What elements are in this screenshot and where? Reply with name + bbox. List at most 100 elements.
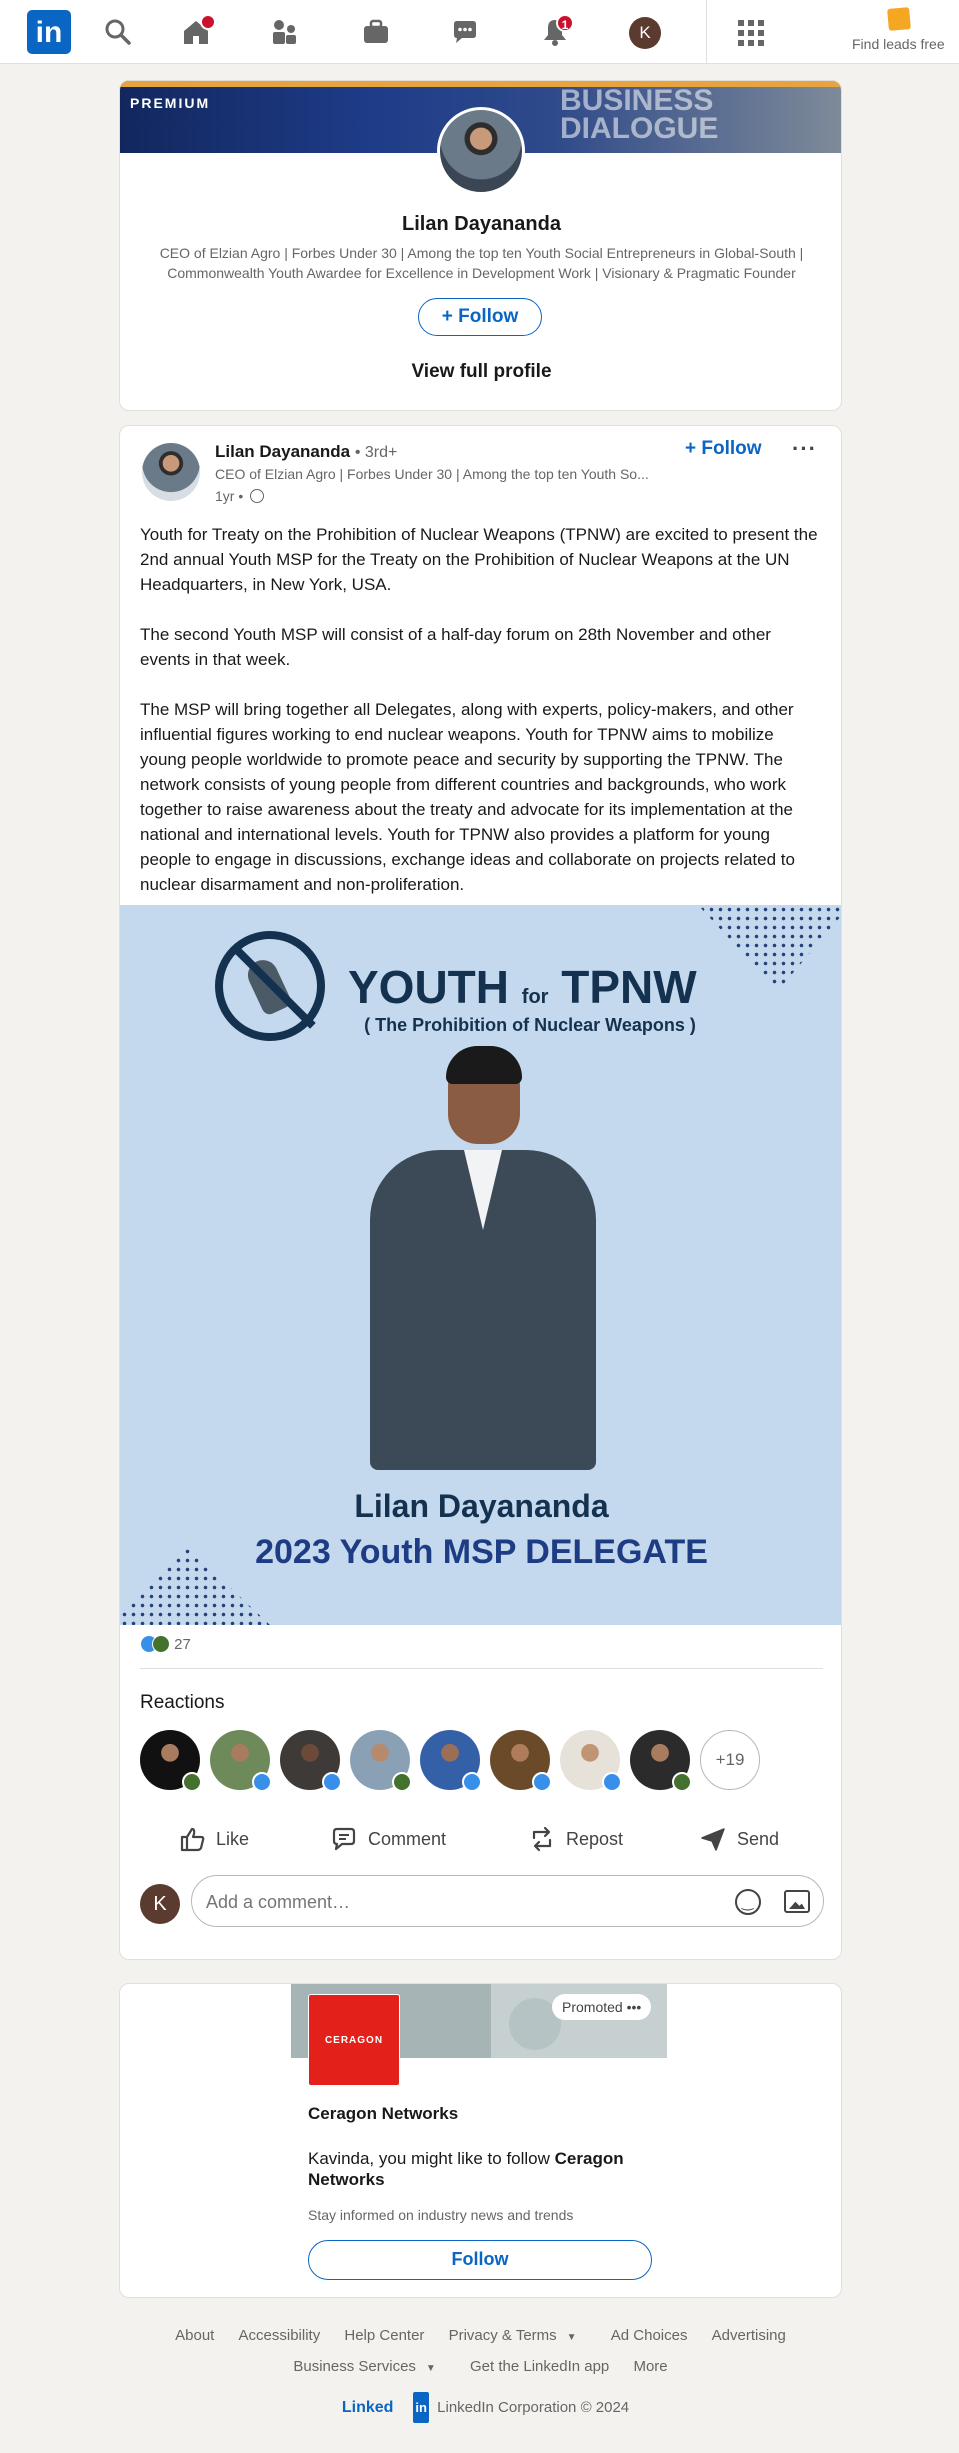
ceragon-logo[interactable]: CERAGON — [308, 1994, 400, 2086]
like-reaction-icon — [602, 1772, 622, 1792]
comment-input[interactable] — [206, 1888, 706, 1916]
footer-links: Business Services ▼ Get the LinkedIn app … — [119, 2351, 842, 2382]
poster-name: Lilan Dayananda — [354, 1488, 609, 1524]
profile-card: PREMIUM BUSINESS DIALOGUE Lilan Dayanand… — [119, 80, 842, 411]
like-button[interactable]: Like — [178, 1822, 249, 1856]
sales-navigator-icon[interactable] — [887, 7, 911, 31]
ad-tagline: Stay informed on industry news and trend… — [308, 2207, 574, 2223]
footer-link-about[interactable]: About — [175, 2327, 214, 2344]
post-paragraph: The MSP will bring together all Delegate… — [140, 700, 795, 894]
promoted-label[interactable]: Promoted ••• — [552, 1994, 652, 2020]
profile-headline: CEO of Elzian Agro | Forbes Under 30 | A… — [159, 245, 804, 281]
linkedin-wordmark: Linked in — [332, 2392, 433, 2423]
poster-subtitle: ( The Prohibition of Nuclear Weapons ) — [364, 1015, 696, 1035]
reaction-count: 27 — [174, 1636, 191, 1653]
post-more-options-icon[interactable]: ··· — [792, 436, 817, 462]
post-paragraph: The second Youth MSP will consist of a h… — [140, 625, 771, 669]
repost-button[interactable]: Repost — [528, 1822, 623, 1856]
comment-icon — [332, 1827, 356, 1851]
celebrate-reaction-icon — [672, 1772, 692, 1792]
plus-icon: + — [685, 438, 697, 459]
caret-down-icon: ▼ — [425, 2363, 436, 2374]
post-image[interactable]: YOUTH for TPNW ( The Prohibition of Nucl… — [120, 905, 841, 1625]
footer-link-advertising[interactable]: Advertising — [712, 2327, 786, 2344]
copyright: LinkedIn Corporation © 2024 — [437, 2399, 630, 2416]
apps-grid-icon[interactable] — [738, 20, 764, 46]
reactions-heading: Reactions — [140, 1692, 225, 1713]
me-avatar[interactable]: K — [629, 17, 661, 49]
reactor-avatar[interactable] — [630, 1730, 692, 1792]
my-network-icon[interactable] — [269, 16, 301, 48]
like-reaction-icon — [322, 1772, 342, 1792]
premium-label: PREMIUM — [130, 95, 211, 111]
post-follow-button[interactable]: + Follow — [685, 438, 762, 460]
post-paragraph: Youth for Treaty on the Prohibition of N… — [140, 525, 818, 594]
footer-link-more[interactable]: More — [633, 2358, 667, 2375]
more-options-icon[interactable]: ••• — [627, 1999, 642, 2015]
footer: About Accessibility Help Center Privacy … — [119, 2320, 842, 2423]
poster-delegate-caption: 2023 Youth MSP DELEGATE — [255, 1533, 708, 1571]
dot-pattern-decoration — [698, 905, 841, 991]
more-reactors-button[interactable]: +19 — [700, 1730, 760, 1790]
post-card: Lilan Dayananda • 3rd+ CEO of Elzian Agr… — [119, 425, 842, 1960]
footer-link-help-center[interactable]: Help Center — [344, 2327, 424, 2344]
footer-brand: Linked in LinkedIn Corporation © 2024 — [119, 2392, 842, 2423]
plus-icon: + — [441, 306, 453, 327]
profile-follow-button[interactable]: + Follow — [418, 298, 542, 336]
send-button[interactable]: Send — [699, 1822, 779, 1856]
connection-degree: • 3rd+ — [354, 444, 398, 461]
footer-links: About Accessibility Help Center Privacy … — [119, 2320, 842, 2351]
like-reaction-icon — [532, 1772, 552, 1792]
promoted-ad-card: Promoted ••• CERAGON Ceragon Networks Ka… — [119, 1983, 842, 2298]
view-full-profile-link[interactable]: View full profile — [120, 361, 841, 383]
delegate-portrait — [360, 1046, 606, 1470]
globe-icon — [250, 489, 265, 503]
profile-name[interactable]: Lilan Dayananda — [120, 213, 841, 236]
comment-button[interactable]: Comment — [330, 1822, 446, 1856]
jobs-briefcase-icon[interactable] — [360, 16, 392, 48]
reactor-avatar[interactable] — [420, 1730, 482, 1792]
caret-down-icon: ▼ — [566, 2332, 577, 2343]
banner-text: BUSINESS DIALOGUE — [560, 84, 719, 145]
linkedin-logo[interactable]: in — [27, 10, 71, 54]
notifications-badge: 1 — [556, 14, 574, 32]
reactor-avatar[interactable] — [350, 1730, 412, 1792]
send-icon — [701, 1828, 725, 1851]
celebrate-reaction-icon — [152, 1635, 170, 1653]
reactor-avatar[interactable] — [490, 1730, 552, 1792]
social-actions-bar: Like Comment Repost Send — [120, 1814, 841, 1864]
celebrate-reaction-icon — [392, 1772, 412, 1792]
reactor-avatar[interactable] — [210, 1730, 272, 1792]
footer-link-privacy-terms[interactable]: Privacy & Terms ▼ — [449, 2327, 587, 2344]
post-author-headline: CEO of Elzian Agro | Forbes Under 30 | A… — [215, 466, 649, 482]
poster-title: YOUTH for TPNW — [348, 961, 697, 1013]
home-notification-dot — [200, 14, 216, 30]
profile-photo[interactable] — [437, 107, 525, 195]
emoji-icon[interactable] — [735, 1889, 761, 1915]
like-reaction-icon — [252, 1772, 272, 1792]
no-nuclear-weapons-icon — [215, 931, 325, 1041]
thumbs-up-icon — [180, 1827, 205, 1852]
reactor-avatar[interactable] — [560, 1730, 622, 1792]
ad-message: Kavinda, you might like to follow Cerago… — [308, 2149, 624, 2189]
find-leads-link[interactable]: Find leads free — [852, 36, 945, 52]
ad-company-name[interactable]: Ceragon Networks — [308, 2104, 458, 2124]
reaction-summary[interactable]: 27 — [140, 1635, 191, 1653]
messaging-icon[interactable] — [449, 16, 481, 48]
footer-link-accessibility[interactable]: Accessibility — [239, 2327, 321, 2344]
ad-follow-button[interactable]: Follow — [308, 2240, 652, 2280]
post-author-avatar[interactable] — [142, 443, 200, 501]
commenter-avatar: K — [140, 1884, 180, 1924]
reactor-avatar[interactable] — [140, 1730, 202, 1792]
reactor-avatar[interactable] — [280, 1730, 342, 1792]
premium-stripe — [120, 81, 841, 87]
image-upload-icon[interactable] — [784, 1890, 810, 1913]
search-icon[interactable] — [102, 16, 134, 48]
post-author-name[interactable]: Lilan Dayananda • 3rd+ — [215, 442, 397, 462]
divider — [140, 1668, 823, 1669]
footer-link-get-app[interactable]: Get the LinkedIn app — [470, 2358, 609, 2375]
post-text: Youth for Treaty on the Prohibition of N… — [140, 522, 824, 922]
footer-link-business-services[interactable]: Business Services ▼ — [293, 2358, 445, 2375]
repost-icon — [532, 1826, 552, 1852]
footer-link-ad-choices[interactable]: Ad Choices — [611, 2327, 688, 2344]
